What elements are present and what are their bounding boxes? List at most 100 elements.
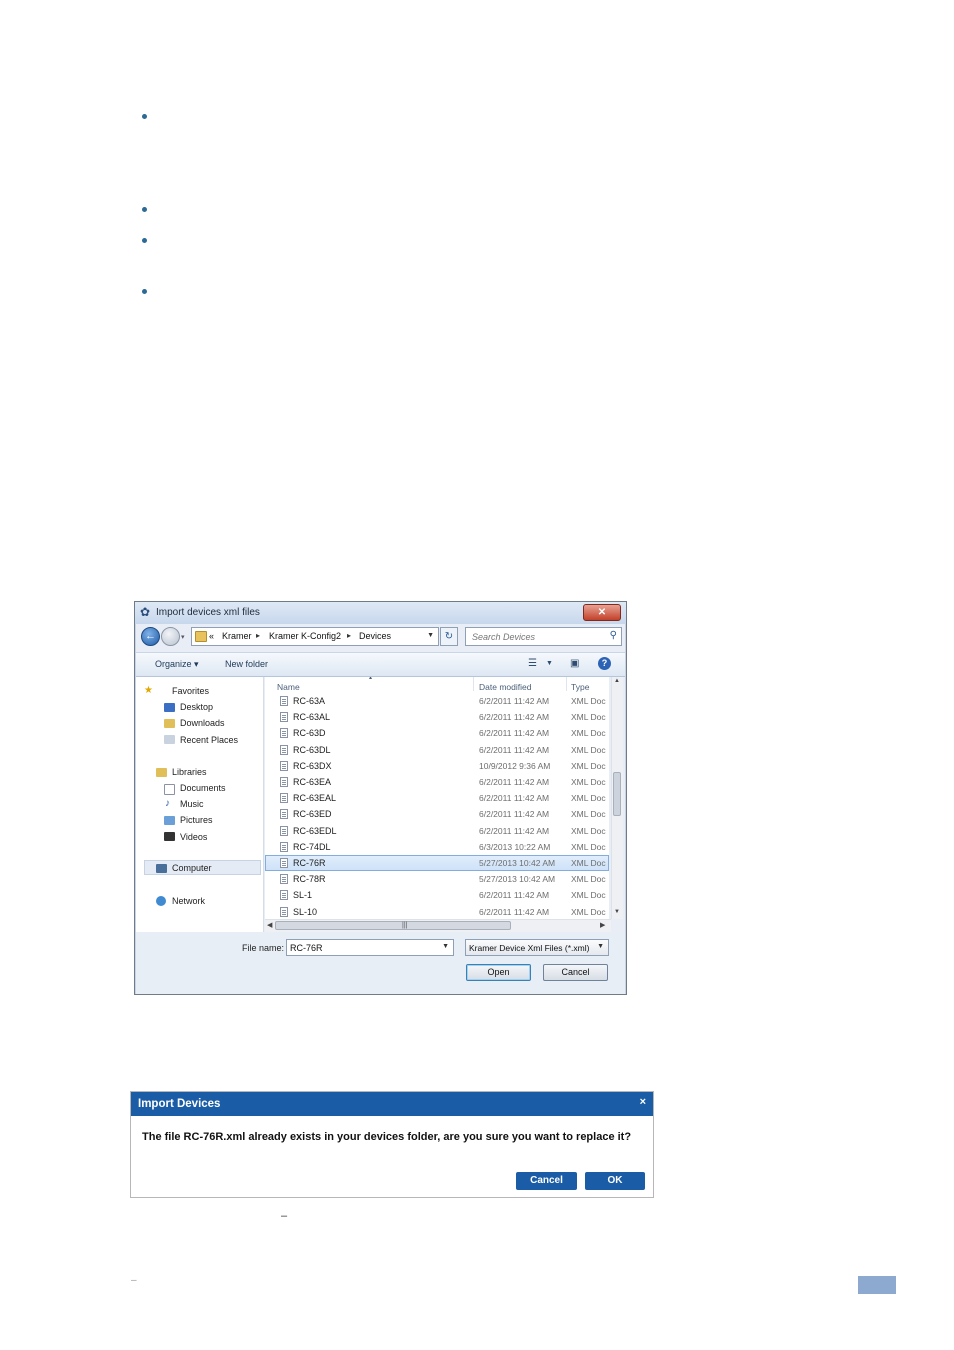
breadcrumb-overflow[interactable]: « [209,631,214,641]
refresh-button[interactable]: ↻ [440,627,458,646]
nav-desktop[interactable]: Desktop [180,702,213,712]
organize-menu[interactable]: Organize ▾ [155,659,199,670]
file-row[interactable]: SL-1 6/2/2011 11:42 AM XML Doc [265,887,609,903]
confirm-title: Import Devices [138,1098,221,1110]
grip-icon: ||| [402,922,408,929]
scroll-thumb[interactable]: ||| [275,921,511,930]
network-icon [156,896,166,906]
horizontal-scrollbar[interactable]: ◀ ||| ▶ [265,919,611,932]
search-input[interactable] [466,628,607,645]
file-date: 5/27/2013 10:42 AM [479,858,556,868]
file-date: 6/2/2011 11:42 AM [479,793,550,804]
cancel-button[interactable]: Cancel [543,964,608,981]
gear-icon: ✿ [140,605,151,619]
column-name[interactable]: Name [277,682,300,692]
scroll-up-icon[interactable]: ▲ [614,678,620,684]
scroll-down-icon[interactable]: ▼ [614,909,620,915]
file-row[interactable]: RC-63D 6/2/2011 11:42 AM XML Doc [265,725,609,741]
search-icon[interactable]: ⚲ [610,630,617,641]
breadcrumb-kconfig2[interactable]: Kramer K-Config2 [269,631,341,641]
file-date: 6/2/2011 11:42 AM [479,728,550,739]
close-button[interactable]: ✕ [583,604,621,621]
vertical-scrollbar[interactable]: ▲ ▼ [611,677,623,919]
scroll-thumb[interactable] [613,772,621,816]
xml-file-icon [280,696,288,706]
nav-recent-places[interactable]: Recent Places [180,735,238,745]
back-arrow-icon: ← [145,630,156,642]
scroll-left-icon[interactable]: ◀ [267,921,272,929]
file-row[interactable]: RC-63EAL 6/2/2011 11:42 AM XML Doc [265,790,609,806]
breadcrumb-kramer[interactable]: Kramer [222,631,252,641]
xml-file-icon [280,760,288,771]
search-box[interactable]: ⚲ [465,627,622,646]
chevron-down-icon[interactable]: ▼ [546,660,553,667]
downloads-icon [164,719,175,728]
file-row[interactable]: RC-63EDL 6/2/2011 11:42 AM XML Doc [265,823,609,839]
file-date: 6/2/2011 11:42 AM [479,809,550,820]
chevron-down-icon[interactable]: ▼ [597,943,604,950]
nav-downloads[interactable]: Downloads [180,718,225,728]
nav-computer[interactable]: Computer [172,863,212,873]
filename-combobox[interactable]: ▼ [286,939,454,956]
file-row[interactable]: SL-10 6/2/2011 11:42 AM XML Doc [265,904,609,919]
confirm-ok-button[interactable]: OK [585,1172,645,1190]
file-name: RC-63DL [293,744,331,755]
help-icon[interactable]: ? [598,657,611,670]
back-button[interactable]: ← [141,627,160,646]
pictures-icon [164,816,175,825]
file-row[interactable]: RC-78R 5/27/2013 10:42 AM XML Doc [265,871,609,887]
column-date-modified[interactable]: Date modified [479,682,531,692]
file-type: XML Doc [571,809,606,820]
file-name: RC-74DL [293,841,331,852]
xml-file-icon [280,825,288,836]
breadcrumb-devices[interactable]: Devices [359,631,391,641]
file-row[interactable]: RC-63ED 6/2/2011 11:42 AM XML Doc [265,806,609,822]
open-button[interactable]: Open [466,964,531,981]
file-row[interactable]: RC-63EA 6/2/2011 11:42 AM XML Doc [265,774,609,790]
file-date: 6/2/2011 11:42 AM [479,825,550,836]
bullet-marker [142,114,147,119]
chevron-down-icon[interactable]: ▼ [427,632,434,639]
nav-pictures[interactable]: Pictures [180,815,213,825]
column-divider[interactable] [566,677,567,691]
scroll-right-icon[interactable]: ▶ [600,921,605,929]
nav-network[interactable]: Network [172,896,205,906]
filename-input[interactable] [287,940,440,955]
file-row[interactable]: RC-63DX 10/9/2012 9:36 AM XML Doc [265,758,609,774]
close-icon[interactable]: × [640,1096,646,1108]
nav-libraries[interactable]: Libraries [172,767,207,777]
navigation-pane: ★ Favorites Desktop Downloads Recent Pla… [136,677,264,932]
file-name: RC-78R [293,874,326,885]
file-row[interactable]: RC-63DL 6/2/2011 11:42 AM XML Doc [265,742,609,758]
confirm-cancel-button[interactable]: Cancel [516,1172,577,1190]
history-dropdown-icon[interactable]: ▾ [181,633,185,641]
file-type: XML Doc [571,712,606,723]
view-options-icon[interactable]: ☰ [528,658,537,669]
nav-documents[interactable]: Documents [180,783,226,793]
nav-music[interactable]: Music [180,799,204,809]
dialog-titlebar: ✿ Import devices xml files ✕ [135,602,626,624]
nav-videos[interactable]: Videos [180,832,207,842]
filetype-select[interactable]: Kramer Device Xml Files (*.xml) ▼ [465,939,609,956]
file-row[interactable]: RC-76R 5/27/2013 10:42 AM XML Doc [265,855,609,871]
nav-favorites[interactable]: Favorites [172,686,209,696]
dialog-title: Import devices xml files [156,607,260,618]
favorites-star-icon: ★ [144,685,153,696]
column-type[interactable]: Type [571,682,589,692]
file-date: 5/27/2013 10:42 AM [479,874,556,885]
breadcrumb-separator-icon[interactable]: ▸ [347,631,351,640]
file-name: SL-10 [293,906,318,917]
file-row[interactable]: RC-63AL 6/2/2011 11:42 AM XML Doc [265,709,609,725]
forward-button[interactable] [161,627,180,646]
file-row[interactable]: RC-74DL 6/3/2013 10:22 AM XML Doc [265,839,609,855]
file-type: XML Doc [571,825,606,836]
new-folder-button[interactable]: New folder [225,659,268,669]
bullet-marker [142,289,147,294]
column-divider[interactable] [473,677,474,691]
file-row[interactable]: RC-63A 6/2/2011 11:42 AM XML Doc [265,693,609,709]
address-bar[interactable]: « Kramer ▸ Kramer K-Config2 ▸ Devices ▼ [191,627,439,646]
xml-file-icon [280,858,288,868]
preview-pane-icon[interactable]: ▣ [570,658,579,669]
breadcrumb-separator-icon[interactable]: ▸ [256,631,260,640]
chevron-down-icon[interactable]: ▼ [442,943,449,950]
